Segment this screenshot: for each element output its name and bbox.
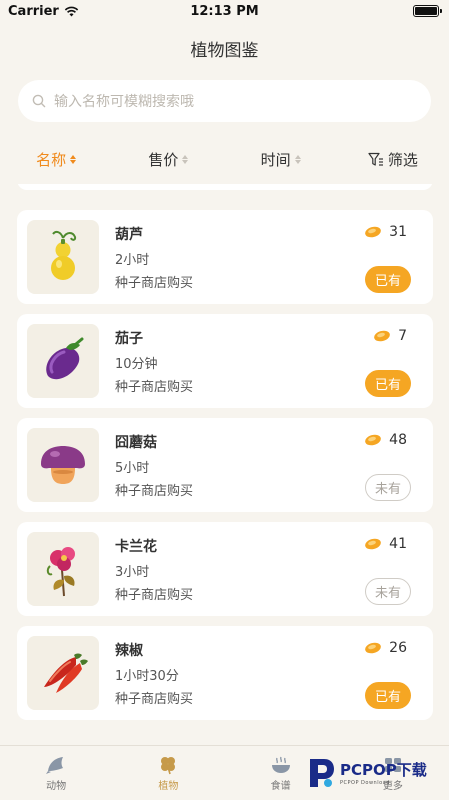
sort-price-label: 售价 [148,150,179,169]
tab-plants-label: 植物 [158,780,179,792]
coin-icon [374,330,390,342]
price: 31 [364,224,407,240]
plant-thumb [27,324,99,398]
list-item[interactable]: 囧蘑菇 5小时 种子商店购买 48 未有 [17,418,433,512]
list-item[interactable]: 葫芦 2小时 种子商店购买 31 已有 [17,210,433,304]
grow-time: 2小时 [115,253,150,268]
kalan-flower-icon [46,547,75,597]
grow-time: 1小时30分 [115,669,179,684]
tab-animals[interactable]: 动物 [0,746,112,800]
plant-thumb [27,220,99,294]
coin-icon [365,538,382,550]
coin-icon [365,226,382,238]
watermark-main: PCPOP下载 [340,760,427,779]
sort-by-time[interactable]: 时间 [225,146,337,172]
price-value: 31 [389,224,407,240]
status-badge: 已有 [365,370,411,397]
plant-name: 辣椒 [115,643,143,659]
grow-time: 5小时 [115,461,150,476]
mushroom-icon [41,446,85,484]
status-badge: 未有 [365,578,411,605]
battery-fill [415,7,437,15]
plant-name: 卡兰花 [115,539,157,555]
sort-arrows-icon [294,154,301,164]
plant-thumb [27,428,99,502]
fish-icon [46,756,64,774]
plant-thumb [27,636,99,710]
status-badge: 已有 [365,266,411,293]
plant-source: 种子商店购买 [115,276,194,291]
page-title: 植物图鉴 [190,41,259,61]
plant-source: 种子商店购买 [115,588,194,603]
chili-icon [44,653,88,693]
watermark-sub: PCPOP Download [340,779,390,786]
sort-bar: 名称 售价 时间 筛选 [0,146,449,172]
search-placeholder: 输入名称可模糊搜索哦 [54,94,194,110]
coin-icon [365,642,382,654]
plant-name: 葫芦 [115,227,143,243]
price-value: 48 [389,432,407,448]
status-badge: 已有 [365,682,411,709]
filter-icon [368,152,383,166]
list-item-partial[interactable] [17,184,433,190]
search-icon [32,94,46,108]
price: 7 [373,328,407,344]
filter-label: 筛选 [387,150,418,169]
plant-name: 茄子 [115,331,143,347]
list-item[interactable]: 卡兰花 3小时 种子商店购买 41 未有 [17,522,433,616]
sort-arrows-icon [70,154,77,164]
eggplant-icon [46,337,84,380]
list-item[interactable]: 辣椒 1小时30分 种子商店购买 26 已有 [17,626,433,720]
status-time: 12:13 PM [190,4,259,19]
watermark-logo: PCPOP下载 PCPOP Download [306,752,446,792]
plant-name: 囧蘑菇 [115,435,157,451]
plant-thumb [27,532,99,606]
price: 41 [364,536,407,552]
pcpop-logo-icon [310,759,334,787]
bowl-icon [271,756,290,773]
grow-time: 10分钟 [115,357,158,372]
plant-list[interactable]: 葫芦 2小时 种子商店购买 31 已有 茄子 10分钟 种子商店购买 7 已有 [0,184,449,720]
price: 48 [364,432,407,448]
price-value: 7 [398,328,407,344]
watermark-text: PCPOP下载 PCPOP Download [340,759,427,786]
tab-plants[interactable]: 植物 [112,746,224,800]
clover-icon [161,756,176,774]
plant-source: 种子商店购买 [115,692,194,707]
status-bar: Carrier 12:13 PM [0,0,449,24]
price-value: 26 [389,640,407,656]
price-value: 41 [389,536,407,552]
tab-recipes-label: 食谱 [270,780,291,792]
sort-arrows-icon [182,154,189,164]
filter-button[interactable]: 筛选 [337,146,449,172]
sort-time-label: 时间 [260,150,291,169]
search-input[interactable]: 输入名称可模糊搜索哦 [18,80,431,122]
sort-by-name[interactable]: 名称 [0,146,112,172]
sort-name-label: 名称 [36,150,67,169]
price: 26 [364,640,407,656]
list-item[interactable]: 茄子 10分钟 种子商店购买 7 已有 [17,314,433,408]
coin-icon [365,434,382,446]
tab-animals-label: 动物 [46,780,67,792]
status-badge: 未有 [365,474,411,501]
grow-time: 3小时 [115,565,150,580]
battery-icon [413,5,442,17]
sort-by-price[interactable]: 售价 [112,146,224,172]
gourd-icon [51,230,77,280]
plant-source: 种子商店购买 [115,484,194,499]
plant-source: 种子商店购买 [115,380,194,395]
